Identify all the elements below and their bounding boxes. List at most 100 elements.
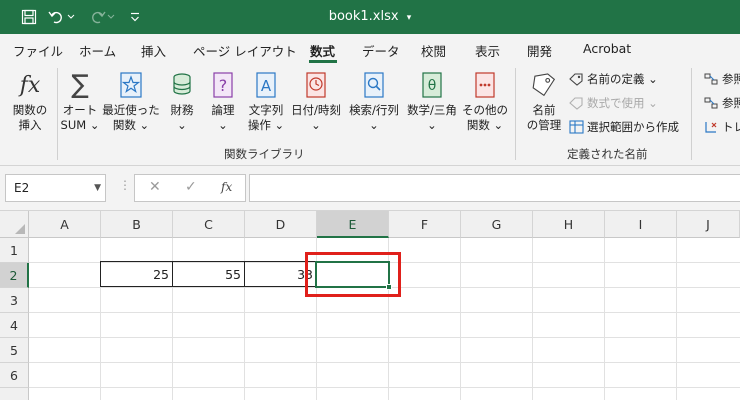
file-name: book1.xlsx [328,9,399,24]
tab-page-layout[interactable]: ページ レイアウト [193,41,297,60]
tab-developer[interactable]: 開発 [527,41,552,60]
formula-bar: E2 ▼ ⋮ ✕ ✓ fx [0,166,740,211]
group-label-defined-names: 定義された名前 [567,147,648,161]
create-from-selection-label: 選択範囲から作成 [587,120,679,134]
lookup-button[interactable]: 検索/行列 ⌄ [345,69,403,133]
tab-view[interactable]: 表示 [475,41,500,60]
label-line2: SUM ⌄ [60,118,100,132]
more-functions-icon [472,69,498,101]
tab-insert[interactable]: 挿入 [141,41,166,60]
trace-precedents-button[interactable]: 参照 [703,71,740,87]
column-header-d[interactable]: D [245,211,317,238]
use-in-formula-button: 数式で使用 ⌄ [568,95,658,111]
trace-dependents-button[interactable]: 参照 [703,95,740,111]
title-bar: book1.xlsx ▾ [0,0,740,34]
financial-icon [169,69,195,101]
label-line1: 数学/三角 [407,103,457,117]
name-manager-button[interactable]: 名前 の管理 [522,69,566,133]
svg-text:?: ? [219,76,228,95]
column-header-i[interactable]: I [605,211,677,238]
insert-function-icon[interactable]: fx [221,180,232,194]
cancel-icon[interactable]: ✕ [149,179,161,195]
cell-c2[interactable]: 55 [172,261,245,287]
column-header-f[interactable]: F [389,211,461,238]
tab-acrobat[interactable]: Acrobat [583,41,631,56]
logical-button[interactable]: ? 論理 ⌄ [205,69,241,133]
formula-bar-resize-handle[interactable]: ⋮ [119,178,131,192]
name-box[interactable]: E2 ▼ [5,174,106,202]
label-line2: ⌄ [427,118,437,132]
name-manager-icon [531,69,557,101]
group-separator [515,68,516,160]
name-box-value: E2 [14,181,30,195]
label-line1: 名前 [532,103,556,117]
column-header-a[interactable]: A [29,211,101,238]
recently-used-button[interactable]: 最近使った 関数 ⌄ [102,69,160,133]
trace-dependents-label: 参照 [722,96,740,110]
column-header-e[interactable]: E [317,211,389,238]
create-from-selection-icon [568,119,584,135]
define-name-button[interactable]: 名前の定義 ⌄ [568,71,658,87]
label-line1: 文字列 [248,103,284,117]
svg-text:A: A [261,77,272,95]
name-box-dropdown-icon[interactable]: ▼ [94,175,101,201]
column-header-c[interactable]: C [173,211,245,238]
autosum-button[interactable]: ∑ オート SUM ⌄ [58,69,102,133]
row-header-7[interactable] [0,388,29,400]
logical-icon: ? [210,69,236,101]
tab-formulas[interactable]: 数式 [310,41,335,60]
math-trig-button[interactable]: θ 数学/三角 ⌄ [403,69,461,133]
column-header-j[interactable]: J [677,211,740,238]
tab-file[interactable]: ファイル [13,41,63,60]
tab-home[interactable]: ホーム [79,41,116,60]
highlight-annotation-box [305,252,401,297]
text-button[interactable]: A 文字列 操作 ⌄ [244,69,288,133]
row-header-4[interactable]: 4 [0,313,29,338]
fx-icon: fx [19,72,41,98]
column-header-h[interactable]: H [533,211,605,238]
row-header-1[interactable]: 1 [0,238,29,263]
datetime-button[interactable]: 日付/時刻 ⌄ [288,69,344,133]
window-title[interactable]: book1.xlsx ▾ [0,0,740,34]
group-separator [691,68,692,160]
remove-arrows-button[interactable]: トレ [703,119,740,135]
trace-dependents-icon [703,95,719,111]
text-icon: A [253,69,279,101]
formula-input[interactable] [249,174,740,202]
formula-bar-buttons: ✕ ✓ fx [134,174,246,202]
select-all-button[interactable] [0,211,29,238]
enter-icon[interactable]: ✓ [185,179,197,195]
row-header-3[interactable]: 3 [0,288,29,313]
tab-review[interactable]: 校閲 [421,41,446,60]
worksheet-grid[interactable]: A B C D E F G H I J 1 2 3 4 5 6 [0,211,740,400]
label-line2: 関数 ⌄ [112,118,150,132]
trace-precedents-label: 参照 [722,72,740,86]
label-line2: ⌄ [369,118,379,132]
label-line2: ⌄ [218,118,228,132]
label-line2: 操作 ⌄ [247,118,285,132]
row-header-2[interactable]: 2 [0,263,29,288]
title-dropdown-icon[interactable]: ▾ [407,13,412,23]
insert-function-button[interactable]: fx 関数の 挿入 [10,69,50,133]
label-line1: 論理 [211,103,235,117]
column-header-g[interactable]: G [461,211,533,238]
group-label-function-library: 関数ライブラリ [224,147,305,161]
tab-data[interactable]: データ [362,41,400,60]
ribbon: fx 関数の 挿入 ∑ オート SUM ⌄ 最近使った 関数 ⌄ 財務 ⌄ ? 論理 ⌄ … [0,64,740,166]
label-line1: オート [62,103,98,117]
remove-arrows-icon [703,119,719,135]
row-header-5[interactable]: 5 [0,338,29,363]
cell-b2[interactable]: 25 [100,261,173,287]
label-line2: 挿入 [18,118,42,132]
gridline [29,387,740,388]
create-from-selection-button[interactable]: 選択範囲から作成 [568,119,679,135]
column-header-b[interactable]: B [101,211,173,238]
more-functions-button[interactable]: その他の 関数 ⌄ [460,69,510,133]
label-line1: 最近使った [102,103,160,117]
financial-button[interactable]: 財務 ⌄ [164,69,200,133]
row-header-6[interactable]: 6 [0,363,29,388]
label-line2: 関数 ⌄ [466,118,504,132]
gridline [29,362,740,363]
lookup-icon [361,69,387,101]
label-line2: ⌄ [311,118,321,132]
